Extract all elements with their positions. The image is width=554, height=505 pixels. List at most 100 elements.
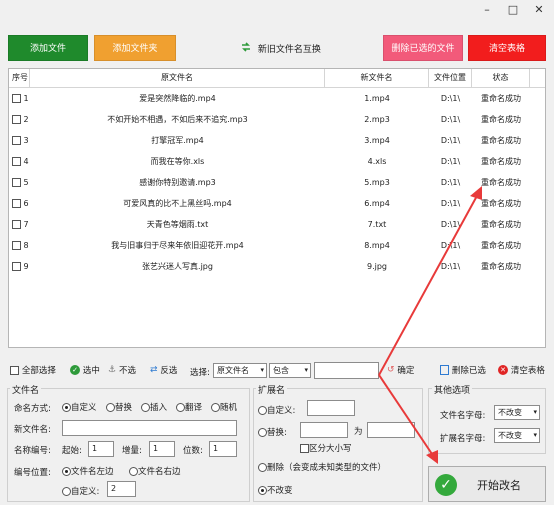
row-checkbox[interactable]: [12, 136, 21, 145]
ext-replace-radio[interactable]: 替换:: [258, 426, 287, 438]
ext-to-label: 为: [354, 427, 363, 437]
row-checkbox[interactable]: [12, 199, 21, 208]
row-checkbox[interactable]: [12, 178, 21, 187]
pos-left-radio[interactable]: 文件名左边: [62, 465, 114, 477]
radio-dot: [258, 405, 267, 415]
confirm-button[interactable]: ↺ 确定: [387, 364, 414, 378]
invert-label: 反选: [160, 366, 178, 376]
step-input[interactable]: 1: [149, 441, 175, 457]
select-all-label: 全部选择: [21, 366, 56, 376]
pos-custom-radio[interactable]: 自定义:: [62, 485, 99, 497]
location-cell: D:\1\: [440, 94, 461, 103]
extension-group-title: 扩展名: [256, 383, 288, 396]
table-row[interactable]: 7 天青色等烟雨.txt 7.txt D:\1\ 重命名成功: [9, 214, 545, 235]
ext-unchanged-radio[interactable]: 不改变: [258, 484, 293, 496]
radio-dot: [258, 427, 267, 437]
ext-replace-from-input[interactable]: [300, 422, 348, 438]
table-row[interactable]: 4 而我在等你.xls 4.xls D:\1\ 重命名成功: [9, 151, 545, 172]
start-rename-button[interactable]: ✓ 开始改名: [428, 466, 546, 502]
select-all-checkbox[interactable]: 全部选择: [10, 364, 56, 378]
digits-input[interactable]: 1: [209, 441, 237, 457]
location-cell: D:\1\: [440, 262, 461, 271]
mode-replace-radio[interactable]: 替换: [106, 401, 132, 413]
delete-selected-files-button[interactable]: 删除已选的文件: [383, 35, 463, 61]
new-name-cell: 1.mp4: [364, 94, 390, 103]
close-button[interactable]: ✕: [526, 0, 552, 22]
start-rename-label: 开始改名: [477, 479, 521, 492]
ext-custom-radio[interactable]: 自定义:: [258, 404, 295, 416]
fname-case-select[interactable]: 不改变 ▾: [494, 405, 540, 420]
row-checkbox[interactable]: [12, 220, 21, 229]
minimize-button[interactable]: –: [474, 0, 500, 22]
radio-dot: [106, 402, 115, 412]
row-checkbox[interactable]: [12, 157, 21, 166]
add-folder-button[interactable]: 添加文件夹: [94, 35, 176, 61]
location-cell: D:\1\: [440, 241, 461, 250]
choose-label: 选择:: [190, 368, 210, 378]
orig-name-cell: 张艺兴迷人写真.jpg: [142, 262, 213, 271]
mode-translate-radio[interactable]: 翻译: [176, 401, 202, 413]
row-checkbox[interactable]: [12, 262, 21, 271]
invert-icon: ⇄: [150, 365, 158, 375]
row-checkbox[interactable]: [12, 94, 21, 103]
table-row[interactable]: 1 爱是突然降临的.mp4 1.mp4 D:\1\ 重命名成功: [9, 88, 545, 109]
row-checkbox[interactable]: [12, 115, 21, 124]
table-row[interactable]: 5 感谢你特别邀请.mp3 5.mp3 D:\1\ 重命名成功: [9, 172, 545, 193]
clear-table-button[interactable]: 清空表格: [468, 35, 546, 61]
ext-case-value: 不改变: [498, 431, 522, 440]
status-cell: 重命名成功: [481, 157, 521, 166]
match-select[interactable]: 包含 ▾: [269, 363, 311, 378]
invert-button[interactable]: ⇄ 反选: [150, 364, 177, 378]
orig-name-cell: 感谢你特别邀请.mp3: [139, 178, 216, 187]
ext-replace-to-input[interactable]: [367, 422, 415, 438]
start-input[interactable]: 1: [88, 441, 114, 457]
add-file-button[interactable]: 添加文件: [8, 35, 88, 61]
row-number: 7: [23, 220, 29, 229]
table-row[interactable]: 8 我与旧事归于尽来年依旧迎花开.mp4 8.mp4 D:\1\ 重命名成功: [9, 235, 545, 256]
pos-custom-input[interactable]: 2: [107, 481, 136, 497]
fname-case-value: 不改变: [498, 408, 522, 417]
table-row[interactable]: 2 不如开始不相遇，不如后来不追究.mp3 2.mp3 D:\1\ 重命名成功: [9, 109, 545, 130]
ext-case-label: 扩展名字母:: [440, 434, 486, 444]
ext-case-select[interactable]: 不改变 ▾: [494, 428, 540, 443]
orig-name-cell: 爱是突然降临的.mp4: [139, 94, 216, 103]
orig-name-cell: 我与旧事归于尽来年依旧迎花开.mp4: [111, 241, 244, 250]
case-sensitive-label: 区分大小写: [309, 444, 352, 454]
row-number-cell: 8: [12, 235, 30, 256]
status-cell: 重命名成功: [481, 94, 521, 103]
match-text-input[interactable]: [314, 362, 379, 379]
new-filename-input[interactable]: [62, 420, 237, 436]
case-sensitive-checkbox[interactable]: 区分大小写: [300, 442, 352, 454]
radio-dot: [141, 402, 150, 412]
deselect-button[interactable]: ⚓ 不选: [108, 364, 136, 378]
chevron-down-icon: ▾: [533, 431, 537, 439]
status-cell: 重命名成功: [481, 136, 521, 145]
table-row[interactable]: 9 张艺兴迷人写真.jpg 9.jpg D:\1\ 重命名成功: [9, 256, 545, 277]
row-number-cell: 7: [12, 214, 30, 235]
select-button[interactable]: ✓ 选中: [70, 364, 100, 378]
header-new-name: 新文件名: [325, 69, 429, 88]
table-row[interactable]: 3 打擎冠军.mp4 3.mp4 D:\1\ 重命名成功: [9, 130, 545, 151]
filename-group-title: 文件名: [10, 383, 42, 396]
mode-insert-radio[interactable]: 插入: [141, 401, 167, 413]
table-row[interactable]: 6 可爱风真的比不上黑丝吗.mp4 6.mp4 D:\1\ 重命名成功: [9, 193, 545, 214]
pos-right-radio[interactable]: 文件名右边: [129, 465, 181, 477]
ext-delete-radio[interactable]: 删除（会变成未知类型的文件）: [258, 461, 386, 473]
chevron-down-icon: ▾: [304, 366, 308, 374]
delete-selected-button[interactable]: 删除已选: [440, 364, 486, 378]
new-name-cell: 2.mp3: [364, 115, 390, 124]
checkbox-box: [10, 365, 19, 375]
new-name-cell: 9.jpg: [366, 262, 387, 271]
ext-custom-input[interactable]: [307, 400, 355, 416]
clear-table-small-button[interactable]: ✕ 清空表格: [498, 364, 545, 378]
maximize-button[interactable]: □: [500, 0, 526, 22]
mode-random-radio[interactable]: 随机: [211, 401, 237, 413]
row-checkbox[interactable]: [12, 241, 21, 250]
file-table: 序号 原文件名 新文件名 文件位置 状态 1 爱是突然降临的.mp4 1.mp4 D:…: [8, 68, 546, 348]
confirm-icon: ↺: [387, 365, 395, 375]
field-select[interactable]: 原文件名 ▾: [213, 363, 267, 378]
swap-names-button[interactable]: 新旧文件名互换: [240, 41, 321, 55]
row-number: 4: [23, 157, 29, 166]
new-name-cell: 5.mp3: [364, 178, 390, 187]
mode-custom-radio[interactable]: 自定义: [62, 401, 97, 413]
